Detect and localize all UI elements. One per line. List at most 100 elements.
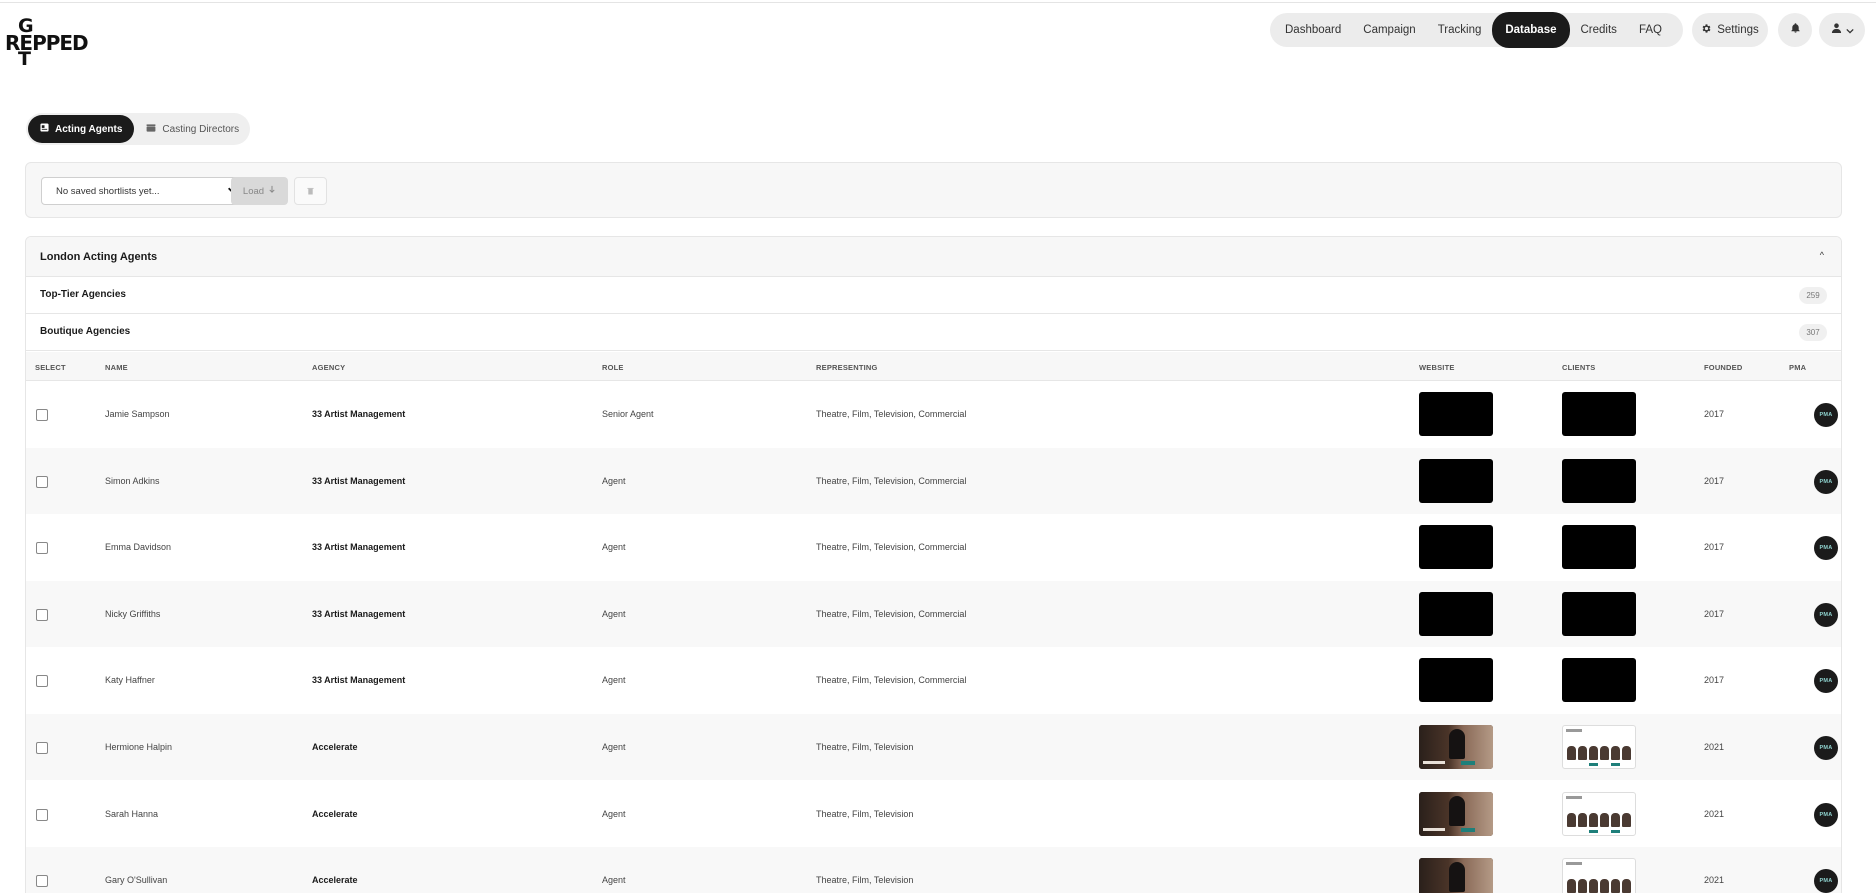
- agent-role: Agent: [602, 542, 626, 553]
- agent-name[interactable]: Gary O'Sullivan: [105, 875, 167, 885]
- nav-tracking[interactable]: Tracking: [1427, 13, 1493, 47]
- clients-thumbnail[interactable]: [1562, 591, 1636, 636]
- table-header: SELECT NAME AGENCY ROLE REPRESENTING WEB…: [26, 352, 1841, 381]
- representing: Theatre, Film, Television, Commercial: [816, 475, 967, 486]
- website-thumbnail[interactable]: [1419, 458, 1493, 503]
- agents-database-panel: London Acting Agents ^ Top-Tier Agencies…: [25, 236, 1842, 893]
- founded-year: 2021: [1704, 742, 1725, 752]
- table-row: Gary O'Sullivan Accelerate Agent Theatre, F…: [26, 847, 1841, 893]
- row-select-checkbox[interactable]: [36, 875, 48, 888]
- row-select-checkbox[interactable]: [36, 475, 48, 488]
- clients-thumbnail[interactable]: [1562, 392, 1636, 436]
- founded-year: 2017: [1704, 409, 1725, 419]
- website-thumbnail[interactable]: [1419, 725, 1493, 769]
- agent-role: Senior Agent: [602, 409, 654, 419]
- column-founded[interactable]: FOUNDED: [1704, 363, 1742, 372]
- column-role[interactable]: ROLE: [602, 363, 624, 372]
- category-top-tier[interactable]: Top-Tier Agencies 259: [26, 277, 1841, 314]
- row-select-checkbox[interactable]: [36, 542, 48, 555]
- pma-badge: PMA: [1814, 869, 1838, 893]
- section-header[interactable]: London Acting Agents ^: [26, 237, 1841, 277]
- website-thumbnail[interactable]: [1419, 591, 1493, 636]
- nav-credits[interactable]: Credits: [1570, 13, 1628, 47]
- user-menu-button[interactable]: [1819, 13, 1865, 47]
- delete-shortlist-button[interactable]: [294, 177, 327, 205]
- agency-name[interactable]: 33 Artist Management: [312, 409, 405, 419]
- clients-thumbnail[interactable]: [1562, 791, 1636, 836]
- get-repped-logo[interactable]: G REPPED T: [5, 16, 89, 70]
- clients-thumbnail[interactable]: [1562, 858, 1636, 893]
- agency-name[interactable]: 33 Artist Management: [312, 675, 405, 685]
- agent-name[interactable]: Emma Davidson: [105, 542, 171, 552]
- founded-year: 2021: [1704, 875, 1725, 886]
- top-divider: [0, 2, 1876, 3]
- category-boutique[interactable]: Boutique Agencies 307: [26, 314, 1841, 351]
- tab-acting-agents-label: Acting Agents: [55, 123, 123, 135]
- category-label: Top-Tier Agencies: [40, 289, 126, 300]
- load-shortlist-button[interactable]: Load: [231, 177, 288, 205]
- settings-button[interactable]: Settings: [1692, 13, 1768, 47]
- category-count-badge: 307: [1799, 324, 1827, 341]
- agency-name[interactable]: 33 Artist Management: [312, 542, 405, 552]
- nav-faq[interactable]: FAQ: [1628, 13, 1673, 47]
- pma-badge: PMA: [1814, 602, 1838, 627]
- founded-year: 2017: [1704, 608, 1725, 619]
- nav-dashboard[interactable]: Dashboard: [1274, 13, 1352, 47]
- representing: Theatre, Film, Television: [816, 875, 914, 886]
- category-label: Boutique Agencies: [40, 326, 131, 337]
- trash-icon: [307, 182, 314, 200]
- agent-name[interactable]: Hermione Halpin: [105, 742, 172, 752]
- row-select-checkbox[interactable]: [36, 409, 48, 421]
- website-thumbnail[interactable]: [1419, 392, 1493, 436]
- pma-badge: PMA: [1814, 669, 1838, 694]
- clients-thumbnail[interactable]: [1562, 725, 1636, 769]
- clients-thumbnail[interactable]: [1562, 525, 1636, 570]
- website-thumbnail[interactable]: [1419, 858, 1493, 893]
- website-thumbnail[interactable]: [1419, 525, 1493, 570]
- website-thumbnail[interactable]: [1419, 658, 1493, 703]
- database-tabs: Acting Agents Casting Directors: [26, 113, 250, 145]
- clients-thumbnail[interactable]: [1562, 658, 1636, 703]
- agency-name[interactable]: Accelerate: [312, 742, 358, 752]
- agency-name[interactable]: Accelerate: [312, 875, 358, 885]
- nav-database[interactable]: Database: [1492, 12, 1570, 48]
- representing: Theatre, Film, Television, Commercial: [816, 542, 967, 553]
- row-select-checkbox[interactable]: [36, 608, 48, 621]
- agency-name[interactable]: 33 Artist Management: [312, 609, 405, 619]
- shortlist-panel: No saved shortlists yet... Load: [25, 162, 1842, 218]
- agent-name[interactable]: Simon Adkins: [105, 476, 160, 486]
- shortlist-select[interactable]: No saved shortlists yet...: [41, 177, 247, 205]
- row-select-checkbox[interactable]: [36, 742, 48, 754]
- table-row: Nicky Griffiths 33 Artist Management Agent…: [26, 580, 1841, 647]
- representing: Theatre, Film, Television, Commercial: [816, 675, 967, 686]
- column-name[interactable]: NAME: [105, 363, 128, 372]
- agent-name[interactable]: Jamie Sampson: [105, 409, 170, 419]
- representing: Theatre, Film, Television: [816, 742, 914, 752]
- agent-name[interactable]: Nicky Griffiths: [105, 609, 160, 619]
- row-select-checkbox[interactable]: [36, 675, 48, 688]
- pma-badge: PMA: [1814, 403, 1838, 427]
- category-count-badge: 259: [1799, 287, 1827, 304]
- collapse-icon[interactable]: ^: [1820, 250, 1824, 260]
- bell-icon: [1790, 21, 1801, 39]
- website-thumbnail[interactable]: [1419, 791, 1493, 836]
- nav-campaign[interactable]: Campaign: [1352, 13, 1426, 47]
- table-row: Jamie Sampson 33 Artist Management Senior …: [26, 381, 1841, 447]
- row-select-checkbox[interactable]: [36, 808, 48, 821]
- clients-thumbnail[interactable]: [1562, 458, 1636, 503]
- tab-acting-agents[interactable]: Acting Agents: [28, 115, 135, 143]
- column-representing[interactable]: REPRESENTING: [816, 363, 878, 372]
- notifications-button[interactable]: [1778, 13, 1812, 47]
- tab-casting-directors[interactable]: Casting Directors: [134, 115, 251, 143]
- load-label: Load: [242, 185, 265, 197]
- table-row: Emma Davidson 33 Artist Management Agent Th…: [26, 514, 1841, 580]
- column-agency[interactable]: AGENCY: [312, 363, 345, 372]
- agent-name[interactable]: Katy Haffner: [105, 675, 155, 685]
- agency-name[interactable]: Accelerate: [312, 809, 358, 819]
- gear-icon: [1701, 23, 1712, 37]
- logo-line-3: T: [18, 48, 31, 70]
- main-nav: Dashboard Campaign Tracking Database Cre…: [1270, 12, 1683, 48]
- agent-role: Agent: [602, 875, 626, 886]
- agency-name[interactable]: 33 Artist Management: [312, 476, 405, 486]
- agent-name[interactable]: Sarah Hanna: [105, 809, 158, 819]
